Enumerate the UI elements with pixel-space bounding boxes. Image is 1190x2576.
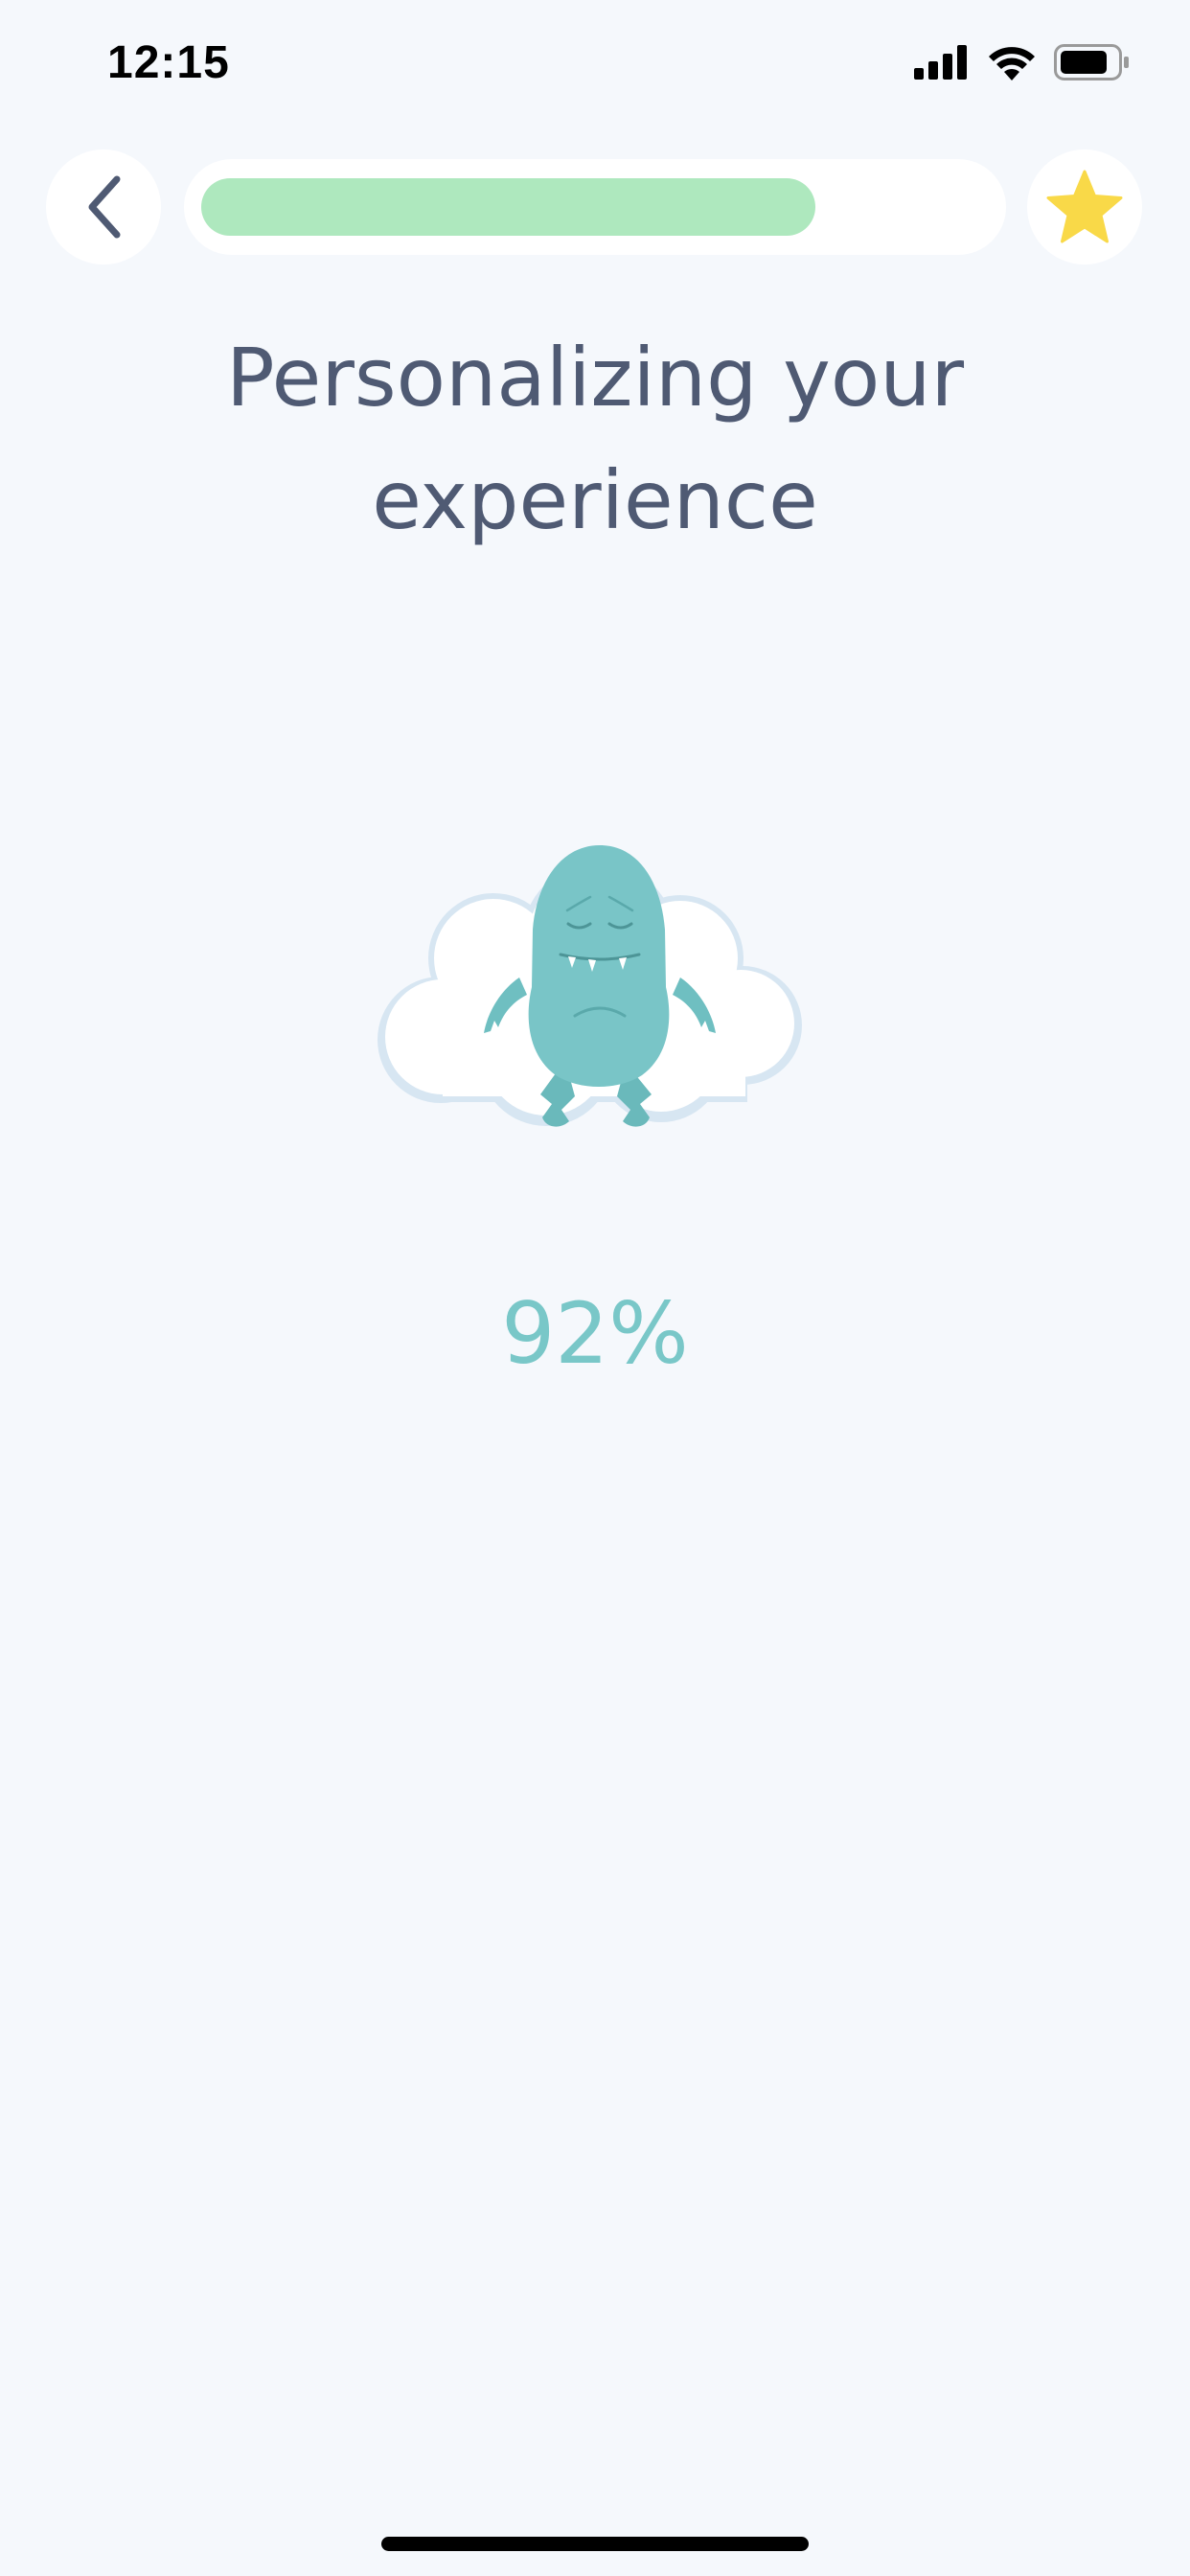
top-bar [0,144,1190,268]
page-title: Personalizing your experience [226,331,964,547]
signal-icon [914,45,967,80]
star-icon [1046,170,1123,243]
back-button[interactable] [46,150,161,264]
chevron-left-icon [88,175,121,239]
wifi-icon [989,47,1035,80]
monster-on-cloud-illustration [378,845,802,1127]
battery-icon [1054,44,1129,80]
star-button[interactable] [1027,150,1142,264]
status-time: 12:15 [107,37,230,88]
progress-bar-fill [201,178,815,236]
progress-bar [184,159,1006,255]
home-indicator[interactable] [381,2537,809,2551]
status-bar: 12:15 [0,0,1190,134]
progress-percentage: 92% [501,1284,689,1383]
status-icons [914,44,1131,80]
